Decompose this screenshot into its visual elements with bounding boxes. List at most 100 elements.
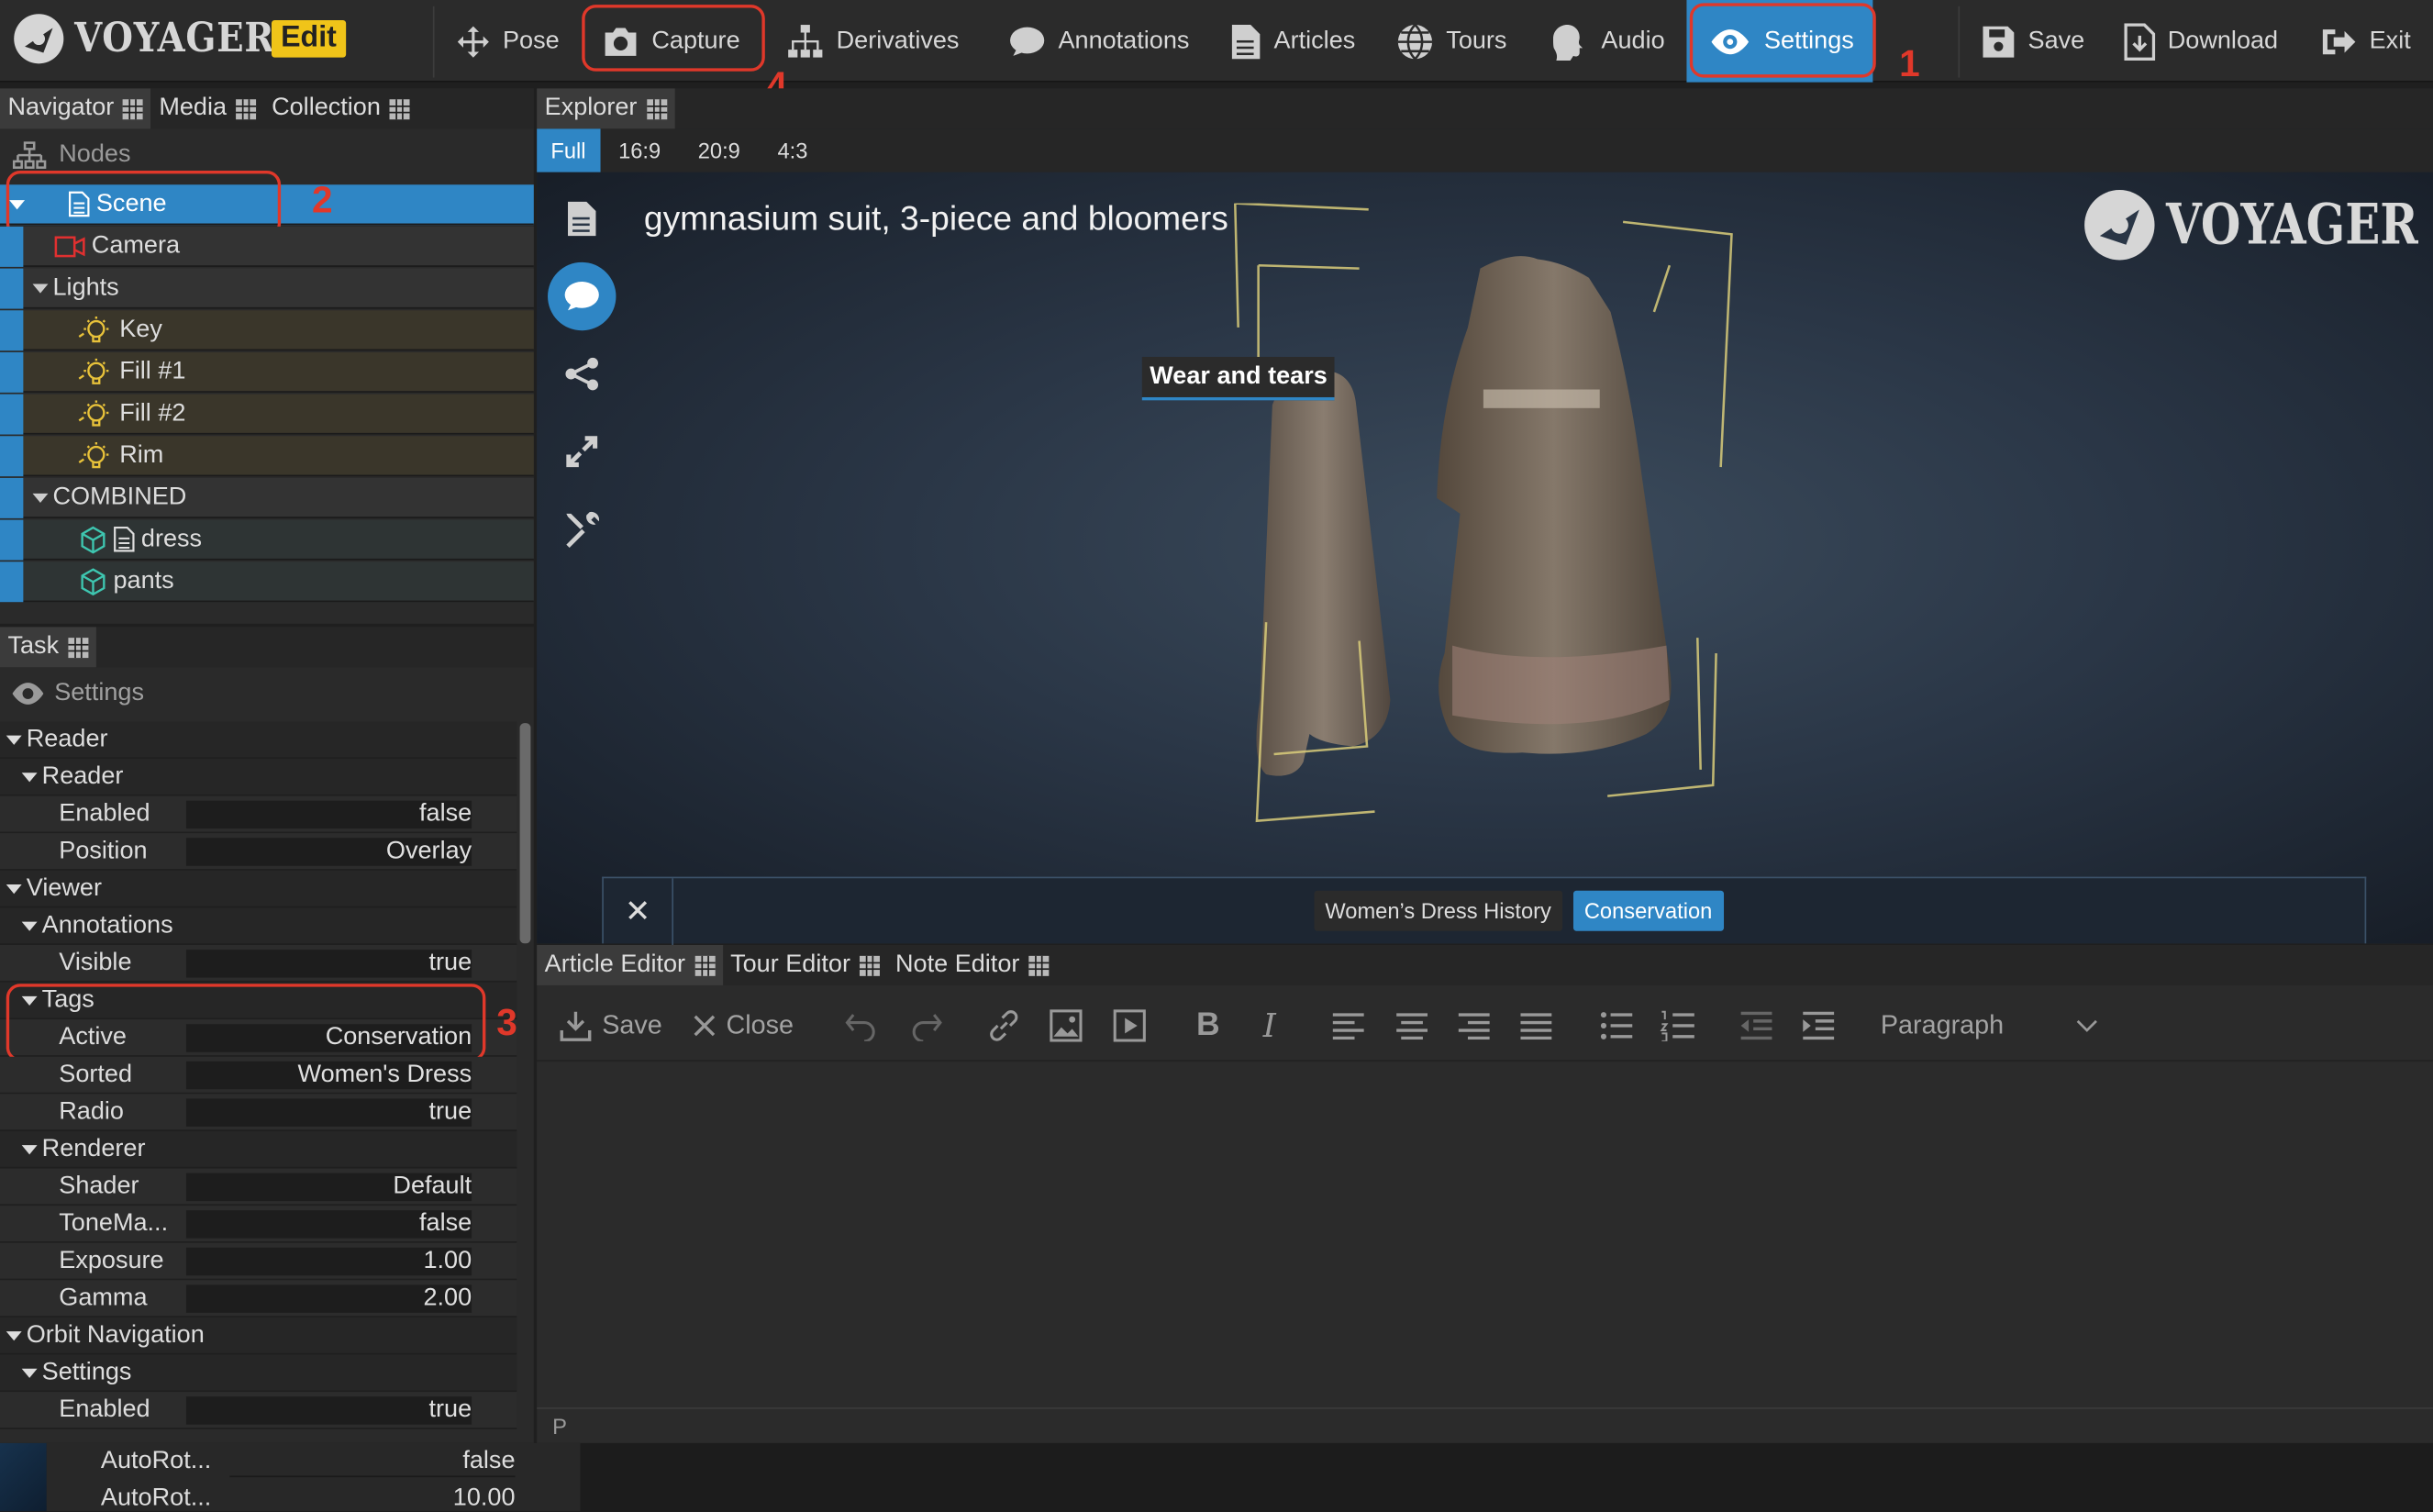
tree-item-rim[interactable]: Rim [0, 436, 534, 477]
subgroup-annotations[interactable]: Annotations [0, 907, 517, 946]
tab-navigator-label: Navigator [7, 94, 115, 121]
article-content-area[interactable] [537, 1062, 2433, 1408]
editor-status-path: P [537, 1407, 2433, 1443]
tag-womens-dress-history[interactable]: Women’s Dress History [1314, 890, 1562, 931]
annotation-label[interactable]: Wear and tears [1141, 356, 1336, 401]
insert-image-button[interactable] [1049, 988, 1083, 1061]
exit-button[interactable]: Exit [2305, 0, 2427, 83]
align-left-button[interactable] [1331, 988, 1365, 1061]
bold-button[interactable]: B [1196, 988, 1220, 1061]
undo-button[interactable] [844, 988, 878, 1061]
italic-button[interactable]: I [1263, 988, 1276, 1061]
group-orbit-navigation[interactable]: Orbit Navigation [0, 1317, 517, 1355]
prop-autorotate-speed-label: AutoRot... [100, 1484, 212, 1512]
prop-autorotate-value[interactable]: false [229, 1448, 516, 1478]
tree-item-fill2[interactable]: Fill #2 [0, 394, 534, 435]
tab-collection-label: Collection [272, 94, 381, 121]
prop-orbit-enabled-value[interactable]: true [185, 1396, 472, 1425]
align-right-button[interactable] [1457, 988, 1491, 1061]
derivatives-button[interactable]: Derivatives [772, 0, 975, 83]
expand-caret-icon[interactable] [32, 492, 49, 503]
3d-viewport[interactable]: gymnasium suit, 3-piece and bloomers Wea… [537, 172, 2433, 946]
voyager-watermark: VOYAGER [2083, 188, 2433, 262]
prop-tags-radio-value[interactable]: true [185, 1098, 472, 1127]
tools-button[interactable] [548, 495, 616, 563]
task-scrollbar[interactable] [519, 723, 531, 944]
tab-collection[interactable]: Collection [264, 88, 418, 128]
subgroup-renderer[interactable]: Renderer [0, 1130, 517, 1169]
tree-item-fill2-label: Fill #2 [119, 399, 186, 427]
tab-media[interactable]: Media [151, 88, 264, 128]
tours-button[interactable]: Tours [1381, 0, 1522, 83]
outdent-button[interactable] [1739, 988, 1773, 1061]
hierarchy-icon [12, 141, 47, 169]
tree-item-lights[interactable]: Lights [0, 268, 534, 309]
tree-item-pants[interactable]: pants [0, 561, 534, 603]
prop-renderer-shader-label: Shader [59, 1172, 139, 1199]
ratio-16-9-button[interactable]: 16:9 [600, 128, 680, 172]
ratio-20-9-button[interactable]: 20:9 [679, 128, 759, 172]
tab-tour-editor[interactable]: Tour Editor [723, 945, 888, 985]
prop-renderer-tonemapping-value[interactable]: false [185, 1210, 472, 1239]
tree-item-dress[interactable]: dress [0, 519, 534, 561]
tab-navigator[interactable]: Navigator [0, 88, 151, 129]
pose-button[interactable]: Pose [440, 0, 574, 83]
prop-tags-sorted-value[interactable]: Women's Dress [185, 1061, 472, 1090]
prop-reader-enabled-value[interactable]: false [185, 800, 472, 829]
prop-annotations-visible-value[interactable]: true [185, 950, 472, 978]
document-icon [114, 526, 135, 552]
subgroup-orbit-settings[interactable]: Settings [0, 1354, 517, 1393]
prop-renderer-tonemapping-label: ToneMa... [59, 1209, 169, 1237]
align-justify-button[interactable] [1519, 988, 1553, 1061]
tree-item-fill1[interactable]: Fill #1 [0, 351, 534, 393]
prop-reader-position-label: Position [59, 837, 148, 864]
editor-save-button[interactable]: Save [559, 988, 662, 1061]
redo-button[interactable] [909, 988, 943, 1061]
paragraph-format-select[interactable]: Paragraph [1881, 988, 2098, 1061]
aspect-ratio-bar: Full 16:9 20:9 4:3 [537, 128, 2433, 172]
share-button[interactable] [548, 339, 616, 407]
subgroup-reader[interactable]: Reader [0, 759, 517, 796]
audio-button[interactable]: Audio [1533, 0, 1681, 83]
insert-link-button[interactable] [987, 988, 1021, 1061]
prop-renderer-exposure-value[interactable]: 1.00 [185, 1247, 472, 1276]
desktop-background [0, 1442, 47, 1512]
annotations-button[interactable]: Annotations [993, 0, 1205, 83]
tab-article-editor[interactable]: Article Editor [537, 945, 723, 985]
prop-renderer-shader-value[interactable]: Default [185, 1173, 472, 1202]
tag-conservation[interactable]: Conservation [1572, 890, 1724, 931]
ratio-full-button[interactable]: Full [537, 128, 600, 172]
tab-explorer[interactable]: Explorer [537, 88, 675, 129]
fullscreen-button[interactable] [548, 417, 616, 485]
globe-icon [1397, 23, 1433, 60]
indent-button[interactable] [1802, 988, 1836, 1061]
numbered-list-button[interactable] [1660, 988, 1694, 1061]
annotations-toggle-button[interactable] [548, 261, 617, 331]
group-reader[interactable]: Reader [0, 721, 517, 760]
prop-reader-position-value[interactable]: Overlay [185, 838, 472, 866]
tab-task[interactable]: Task [0, 627, 96, 668]
ratio-4-3-button[interactable]: 4:3 [759, 128, 827, 172]
align-center-button[interactable] [1394, 988, 1428, 1061]
grid-icon [123, 98, 144, 119]
articles-button[interactable]: Articles [1215, 0, 1371, 83]
tree-item-camera[interactable]: Camera [0, 226, 534, 267]
tree-item-key[interactable]: Key [0, 310, 534, 351]
bullet-list-button[interactable] [1600, 988, 1634, 1061]
close-tags-button[interactable]: ✕ [604, 878, 674, 946]
download-button[interactable]: Download [2108, 0, 2294, 83]
expand-caret-icon[interactable] [32, 283, 49, 293]
tab-explorer-label: Explorer [544, 94, 638, 121]
garment-3d-model[interactable] [1204, 203, 1762, 886]
prop-renderer-gamma-value[interactable]: 2.00 [185, 1284, 472, 1313]
save-button[interactable]: Save [1966, 0, 2100, 83]
bold-icon: B [1195, 1006, 1220, 1042]
navigator-panel: Navigator Media Collection Nodes Scene 2… [0, 88, 534, 624]
article-reader-button[interactable] [548, 184, 616, 252]
tree-item-combined[interactable]: COMBINED [0, 477, 534, 518]
prop-autorotate-speed-value[interactable]: 10.00 [229, 1485, 516, 1512]
group-viewer[interactable]: Viewer [0, 870, 517, 908]
editor-close-button[interactable]: Close [692, 988, 794, 1061]
tab-note-editor[interactable]: Note Editor [888, 945, 1057, 985]
insert-media-button[interactable] [1113, 988, 1147, 1061]
